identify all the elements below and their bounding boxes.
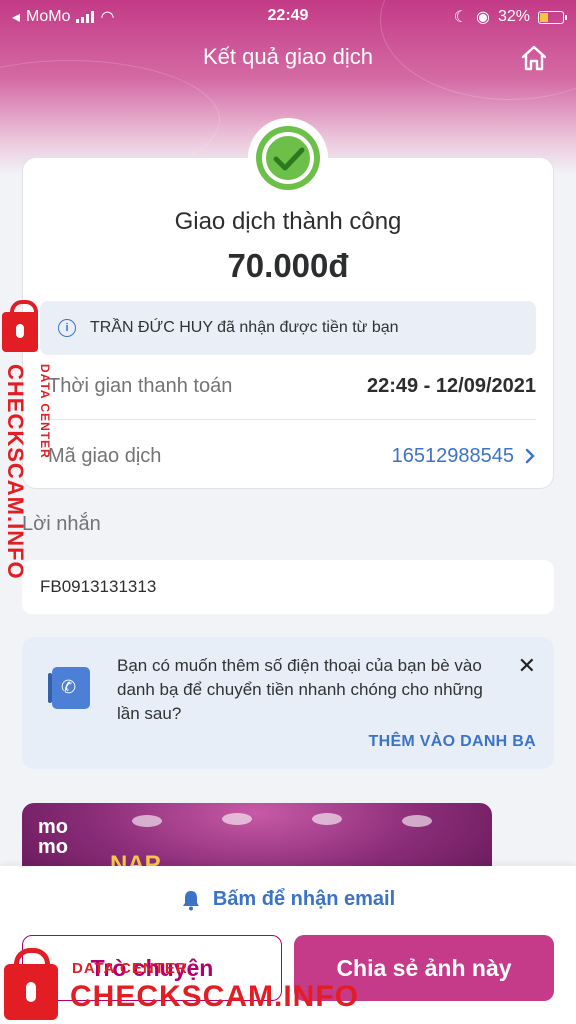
info-icon: i bbox=[58, 319, 76, 337]
stage-light bbox=[312, 813, 342, 825]
add-contact-text: Bạn có muốn thêm số điện thoại của bạn b… bbox=[117, 656, 483, 723]
check-icon bbox=[256, 126, 320, 190]
recipient-note: TRẦN ĐỨC HUY đã nhận được tiền từ bạn bbox=[90, 319, 399, 336]
battery-icon bbox=[538, 10, 567, 24]
phonebook-icon: ✆ bbox=[48, 667, 90, 709]
transaction-id-label: Mã giao dịch bbox=[48, 444, 162, 467]
lock-rotation-icon: ◉ bbox=[476, 9, 490, 26]
transaction-amount: 70.000đ bbox=[227, 247, 349, 284]
watermark-side: CHECKSCAM.INFO DATA CENTER bbox=[0, 300, 60, 592]
transaction-status: Giao dịch thành công bbox=[174, 208, 402, 235]
chevron-right-icon bbox=[525, 448, 535, 464]
payment-time-label: Thời gian thanh toán bbox=[48, 374, 233, 397]
status-right: ☾ ◉ 32% bbox=[453, 7, 567, 27]
moon-icon: ☾ bbox=[453, 9, 468, 26]
email-receipt-label: Bấm để nhận email bbox=[212, 888, 396, 910]
stage-light bbox=[402, 815, 432, 827]
battery-percent: 32% bbox=[497, 8, 530, 25]
status-bar: ◂ MoMo ◠ 22:49 ☾ ◉ 32% bbox=[0, 0, 576, 32]
transaction-id-link[interactable]: 16512988545 bbox=[392, 445, 536, 468]
page-title: Kết quả giao dịch bbox=[202, 44, 374, 69]
stage-light bbox=[132, 815, 162, 827]
watermark-text-small: DATA CENTER bbox=[72, 960, 188, 977]
email-receipt-button[interactable]: Bấm để nhận email bbox=[0, 888, 576, 911]
payment-time-row: Thời gian thanh toán 22:49 - 12/09/2021 bbox=[48, 354, 536, 418]
home-button[interactable] bbox=[520, 44, 548, 72]
padlock-icon bbox=[2, 300, 38, 352]
add-to-contacts-button[interactable]: THÊM VÀO DANH BẠ bbox=[369, 733, 536, 751]
home-icon bbox=[521, 45, 547, 71]
watermark-text-large: CHECKSCAM.INFO bbox=[3, 364, 28, 580]
success-badge bbox=[248, 118, 328, 198]
watermark-bottom: DATA CENTER CHECKSCAM.INFO bbox=[0, 948, 360, 1024]
divider bbox=[48, 419, 536, 420]
close-icon[interactable]: ✕ bbox=[518, 653, 536, 679]
momo-logo-line2: mo bbox=[38, 836, 68, 858]
transaction-id-value: 16512988545 bbox=[391, 444, 514, 467]
padlock-icon bbox=[4, 948, 58, 1020]
watermark-text-large: CHECKSCAM.INFO bbox=[70, 980, 359, 1013]
transaction-id-row[interactable]: Mã giao dịch 16512988545 bbox=[48, 424, 536, 488]
watermark-text-small: DATA CENTER bbox=[38, 364, 52, 459]
message-box: FB0913131313 bbox=[22, 560, 554, 614]
stage-light bbox=[222, 813, 252, 825]
momo-logo: mo mo bbox=[38, 817, 68, 857]
payment-time-value: 22:49 - 12/09/2021 bbox=[366, 374, 536, 397]
recipient-info-banner: i TRẦN ĐỨC HUY đã nhận được tiền từ bạn bbox=[40, 301, 536, 355]
share-label: Chia sẻ ảnh này bbox=[336, 954, 512, 981]
bell-icon bbox=[182, 890, 199, 910]
momo-logo-line1: mo bbox=[38, 816, 68, 838]
add-contact-card: ✆ Bạn có muốn thêm số điện thoại của bạn… bbox=[22, 637, 554, 769]
